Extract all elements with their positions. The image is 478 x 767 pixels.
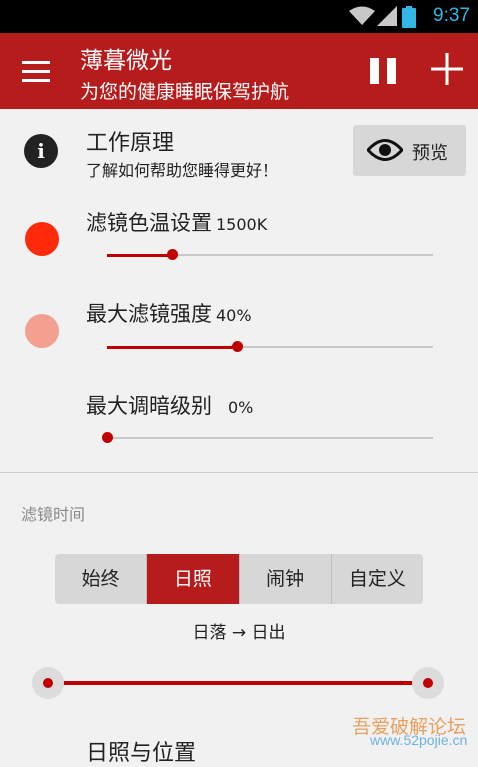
how-it-works-title[interactable]: 工作原理	[86, 125, 174, 157]
slider-thumb[interactable]	[167, 249, 179, 260]
preview-button[interactable]: 预览	[353, 125, 466, 176]
time-range-label: 日落 → 日出	[192, 623, 286, 643]
filter-intensity-value: 40%	[216, 306, 252, 325]
filter-time-selector: 始终 日照 闹钟 自定义	[55, 554, 423, 604]
option-alarm[interactable]: 闹钟	[240, 554, 332, 604]
app-title: 薄暮微光	[80, 48, 172, 74]
color-temperature-slider[interactable]	[107, 249, 433, 260]
dim-level-slider[interactable]	[102, 432, 433, 443]
option-custom[interactable]: 自定义	[332, 554, 423, 604]
divider	[0, 472, 478, 473]
watermark: 吾爱破解论坛 www.52pojie.cn	[318, 712, 478, 760]
option-sun[interactable]: 日照	[147, 554, 240, 604]
filter-intensity-indicator	[25, 314, 59, 348]
signal-icon	[377, 6, 397, 26]
status-bar: 9:37	[0, 0, 478, 33]
option-always[interactable]: 始终	[55, 554, 148, 604]
time-range-slider[interactable]	[32, 667, 444, 699]
sun-position-title[interactable]: 日照与位置	[86, 735, 196, 767]
menu-icon[interactable]	[22, 61, 50, 83]
preview-label: 预览	[412, 143, 448, 164]
dim-level-value: 0%	[228, 398, 254, 417]
color-temperature-indicator	[25, 222, 59, 256]
color-temperature-label: 滤镜色温设置 1500K	[86, 211, 268, 235]
watermark-line2: www.52pojie.cn	[370, 732, 468, 748]
slider-thumb[interactable]	[102, 432, 113, 443]
filter-intensity-label: 最大滤镜强度 40%	[86, 302, 252, 326]
color-temperature-value: 1500K	[216, 215, 268, 234]
app-subtitle: 为您的健康睡眠保驾护航	[80, 81, 290, 103]
eye-icon	[367, 139, 403, 161]
wifi-icon	[349, 6, 375, 25]
range-start-handle[interactable]	[32, 667, 64, 699]
info-icon[interactable]: i	[24, 134, 58, 168]
pause-icon[interactable]	[370, 58, 396, 84]
slider-thumb[interactable]	[232, 341, 244, 352]
filter-time-section-title: 滤镜时间	[21, 505, 86, 524]
range-end-handle[interactable]	[412, 667, 444, 699]
filter-intensity-slider[interactable]	[107, 341, 433, 352]
add-icon[interactable]	[431, 53, 463, 85]
how-it-works-description: 了解如何帮助您睡得更好！	[86, 161, 279, 180]
battery-icon	[402, 6, 416, 28]
app-bar: 薄暮微光 为您的健康睡眠保驾护航	[0, 33, 478, 109]
status-time: 9:37	[433, 5, 470, 26]
dim-level-label: 最大调暗级别 0%	[86, 394, 254, 418]
